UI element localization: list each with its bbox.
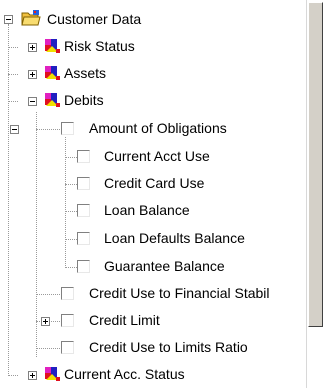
tree-node-label: Risk Status <box>64 38 135 54</box>
tree-node-loan-defaults-balance[interactable]: Loan Defaults Balance <box>0 225 306 252</box>
tree-node-label: Amount of Obligations <box>89 120 227 136</box>
tree-node-credit-use-to-financial-stabil[interactable]: Credit Use to Financial Stabil <box>0 280 306 307</box>
tree-node-label: Assets <box>64 65 107 81</box>
folder-icon <box>21 9 41 30</box>
tree-node-label: Guarantee Balance <box>104 258 225 274</box>
expand-toggle[interactable] <box>28 43 37 52</box>
tree-node-label: Credit Card Use <box>104 175 205 191</box>
checkbox[interactable] <box>61 314 74 327</box>
expand-toggle[interactable] <box>28 70 37 79</box>
checkbox[interactable] <box>77 150 90 163</box>
tree-node-credit-card-use[interactable]: Credit Card Use <box>0 170 306 197</box>
checkbox[interactable] <box>77 204 90 217</box>
data-category-icon <box>44 65 61 85</box>
checkbox[interactable] <box>61 122 74 135</box>
tree-node-current-acc-status[interactable]: Current Acc. Status <box>0 361 306 388</box>
data-category-icon <box>44 38 61 58</box>
tree-node-risk-status[interactable]: Risk Status <box>0 33 306 60</box>
tree-node-credit-limit[interactable]: Credit Limit <box>0 307 306 334</box>
tree-node-customer-data[interactable]: Customer Data <box>0 6 306 33</box>
tree-node-debits[interactable]: Debits <box>0 87 306 114</box>
data-category-icon <box>44 92 61 112</box>
checkbox[interactable] <box>61 341 74 354</box>
tree-node-label: Debits <box>64 92 104 108</box>
checkbox[interactable] <box>77 260 90 273</box>
tree-node-label: Current Acc. Status <box>64 366 185 382</box>
data-tree: Customer Data Risk Status Assets Debits … <box>0 0 306 388</box>
scrollbar-thumb[interactable] <box>308 2 323 327</box>
tree-node-label: Credit Limit <box>89 312 160 328</box>
expand-toggle[interactable] <box>41 317 50 326</box>
tree-node-label: Current Acct Use <box>104 148 210 164</box>
data-category-icon <box>44 366 61 386</box>
vertical-scrollbar[interactable] <box>306 0 324 388</box>
tree-node-label: Loan Balance <box>104 202 190 218</box>
collapse-toggle[interactable] <box>28 97 37 106</box>
tree-node-label: Credit Use to Financial Stabil <box>89 285 270 301</box>
tree-node-credit-use-to-limits-ratio[interactable]: Credit Use to Limits Ratio <box>0 334 306 361</box>
tree-node-current-acct-use[interactable]: Current Acct Use <box>0 143 306 170</box>
checkbox[interactable] <box>77 177 90 190</box>
checkbox[interactable] <box>61 287 74 300</box>
tree-node-label: Loan Defaults Balance <box>104 230 245 246</box>
expand-toggle[interactable] <box>28 371 37 380</box>
collapse-toggle[interactable] <box>4 15 13 24</box>
tree-node-loan-balance[interactable]: Loan Balance <box>0 197 306 224</box>
tree-node-label: Customer Data <box>47 11 142 27</box>
tree-node-assets[interactable]: Assets <box>0 60 306 87</box>
checkbox[interactable] <box>77 232 90 245</box>
tree-node-guarantee-balance[interactable]: Guarantee Balance <box>0 253 306 280</box>
tree-node-amount-of-obligations[interactable]: Amount of Obligations <box>0 115 306 142</box>
collapse-toggle[interactable] <box>10 125 19 134</box>
tree-node-label: Credit Use to Limits Ratio <box>89 339 248 355</box>
